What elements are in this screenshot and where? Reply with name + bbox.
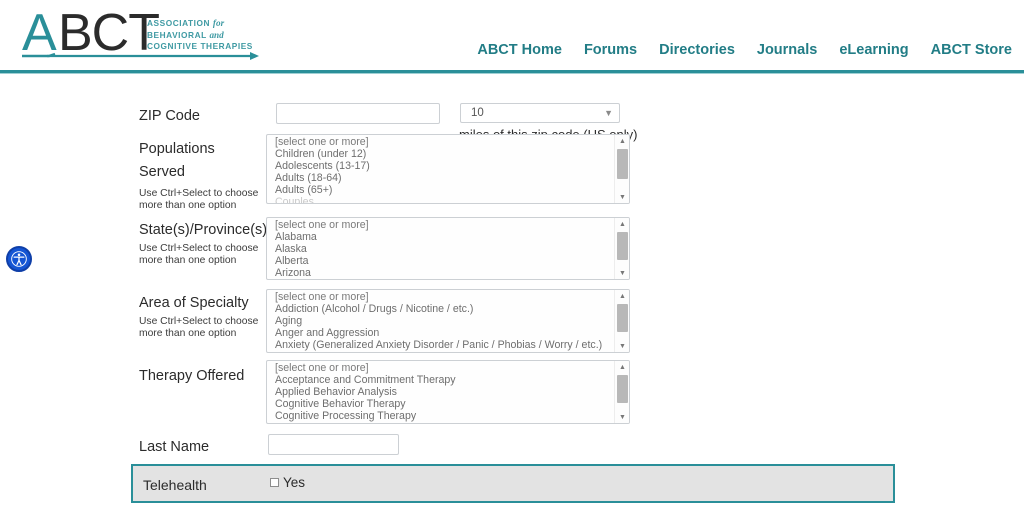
scrollbar-thumb[interactable]	[617, 149, 628, 179]
list-item[interactable]: Adults (18-64)	[275, 173, 613, 185]
list-item[interactable]: [select one or more]	[275, 137, 613, 149]
states-label: State(s)/Province(s)	[139, 222, 268, 238]
scroll-down-icon[interactable]: ▼	[615, 411, 629, 423]
list-item[interactable]: Applied Behavior Analysis	[275, 387, 613, 399]
populations-label-line1: Populations	[139, 141, 215, 157]
tagline-for: for	[212, 18, 225, 28]
therapy-scrollbar[interactable]: ▲ ▼	[614, 361, 629, 423]
list-item[interactable]: Cognitive Behavior Therapy	[275, 399, 613, 411]
tagline-and: and	[209, 29, 224, 40]
specialty-hint: Use Ctrl+Select to choose more than one …	[139, 316, 259, 339]
populations-label-line2: Served	[139, 164, 185, 180]
specialty-label: Area of Specialty	[139, 295, 249, 311]
list-item[interactable]: Couples	[275, 197, 613, 203]
list-item[interactable]: Children (under 12)	[275, 149, 613, 161]
states-listbox[interactable]: [select one or more] Alabama Alaska Albe…	[266, 217, 630, 280]
telehealth-checkbox-label: Yes	[283, 475, 306, 490]
list-item[interactable]: Alaska	[275, 244, 613, 256]
logo-tagline: ASSOCIATION for BEHAVIORAL and COGNITIVE…	[147, 18, 253, 53]
scrollbar-thumb[interactable]	[617, 232, 628, 260]
therapy-label: Therapy Offered	[139, 368, 245, 384]
therapy-listbox[interactable]: [select one or more] Acceptance and Comm…	[266, 360, 630, 424]
tagline-cognitive-therapies: COGNITIVE THERAPIES	[147, 41, 253, 51]
scroll-up-icon[interactable]: ▲	[615, 290, 629, 302]
accessibility-widget-button[interactable]	[6, 246, 32, 272]
last-name-label: Last Name	[139, 439, 210, 455]
nav-item-abct-home[interactable]: ABCT Home	[477, 42, 562, 58]
zip-label: ZIP Code	[139, 108, 200, 124]
list-item[interactable]: Dialectical Behavior Therapy	[275, 423, 613, 424]
scroll-up-icon[interactable]: ▲	[615, 361, 629, 373]
specialty-scrollbar[interactable]: ▲ ▼	[614, 290, 629, 352]
list-item[interactable]: Aging	[275, 316, 613, 328]
zip-radius-value: 10	[471, 107, 484, 119]
populations-listbox[interactable]: [select one or more] Children (under 12)…	[266, 134, 630, 204]
abct-logo[interactable]: A BCT ASSOCIATION for BEHAVIORAL and COG…	[14, 6, 264, 68]
nav-item-elearning[interactable]: eLearning	[839, 42, 908, 58]
populations-label: Populations Served	[139, 138, 259, 184]
telehealth-label: Telehealth	[143, 477, 207, 493]
nav-item-forums[interactable]: Forums	[584, 42, 637, 58]
telehealth-checkbox-wrap[interactable]: Yes	[270, 475, 305, 490]
list-item[interactable]: Attention Deficit / Hyperactivity	[275, 352, 613, 353]
telehealth-checkbox[interactable]	[270, 478, 279, 487]
list-item[interactable]: Adolescents (13-17)	[275, 161, 613, 173]
list-item[interactable]: Cognitive Processing Therapy	[275, 411, 613, 423]
states-scrollbar[interactable]: ▲ ▼	[614, 218, 629, 279]
populations-scrollbar[interactable]: ▲ ▼	[614, 135, 629, 203]
svg-text:A: A	[22, 6, 57, 62]
zip-radius-select[interactable]: 10 ▼	[460, 103, 620, 123]
scroll-down-icon[interactable]: ▼	[615, 267, 629, 279]
zip-input[interactable]	[276, 103, 440, 124]
list-item[interactable]: Addiction (Alcohol / Drugs / Nicotine / …	[275, 304, 613, 316]
scroll-up-icon[interactable]: ▲	[615, 218, 629, 230]
list-item[interactable]: Alberta	[275, 256, 613, 268]
nav-item-directories[interactable]: Directories	[659, 42, 735, 58]
list-item[interactable]: Arizona	[275, 268, 613, 279]
main-navigation: ABCT Home Forums Directories Journals eL…	[477, 42, 1012, 58]
scrollbar-thumb[interactable]	[617, 304, 628, 332]
list-item[interactable]: Adults (65+)	[275, 185, 613, 197]
list-item[interactable]: Anxiety (Generalized Anxiety Disorder / …	[275, 340, 613, 352]
list-item[interactable]: [select one or more]	[275, 363, 613, 375]
list-item[interactable]: Alabama	[275, 232, 613, 244]
scroll-up-icon[interactable]: ▲	[615, 135, 629, 147]
list-item[interactable]: [select one or more]	[275, 292, 613, 304]
list-item[interactable]: Acceptance and Commitment Therapy	[275, 375, 613, 387]
header-divider-thin	[0, 73, 1024, 74]
states-hint: Use Ctrl+Select to choose more than one …	[139, 243, 259, 266]
populations-hint: Use Ctrl+Select to choose more than one …	[139, 188, 259, 211]
nav-item-journals[interactable]: Journals	[757, 42, 817, 58]
scroll-down-icon[interactable]: ▼	[615, 191, 629, 203]
svg-text:BCT: BCT	[58, 6, 159, 62]
chevron-down-icon: ▼	[604, 107, 613, 118]
form-row-telehealth[interactable]: Telehealth Yes	[131, 464, 895, 503]
specialty-listbox[interactable]: [select one or more] Addiction (Alcohol …	[266, 289, 630, 353]
site-header: A BCT ASSOCIATION for BEHAVIORAL and COG…	[0, 0, 1024, 74]
nav-item-abct-store[interactable]: ABCT Store	[931, 42, 1012, 58]
list-item[interactable]: [select one or more]	[275, 220, 613, 232]
tagline-behavioral: BEHAVIORAL	[147, 29, 207, 40]
list-item[interactable]: Anger and Aggression	[275, 328, 613, 340]
last-name-input[interactable]	[268, 434, 399, 455]
tagline-association: ASSOCIATION	[147, 18, 211, 28]
scroll-down-icon[interactable]: ▼	[615, 340, 629, 352]
scrollbar-thumb[interactable]	[617, 375, 628, 403]
accessibility-icon	[11, 251, 27, 267]
